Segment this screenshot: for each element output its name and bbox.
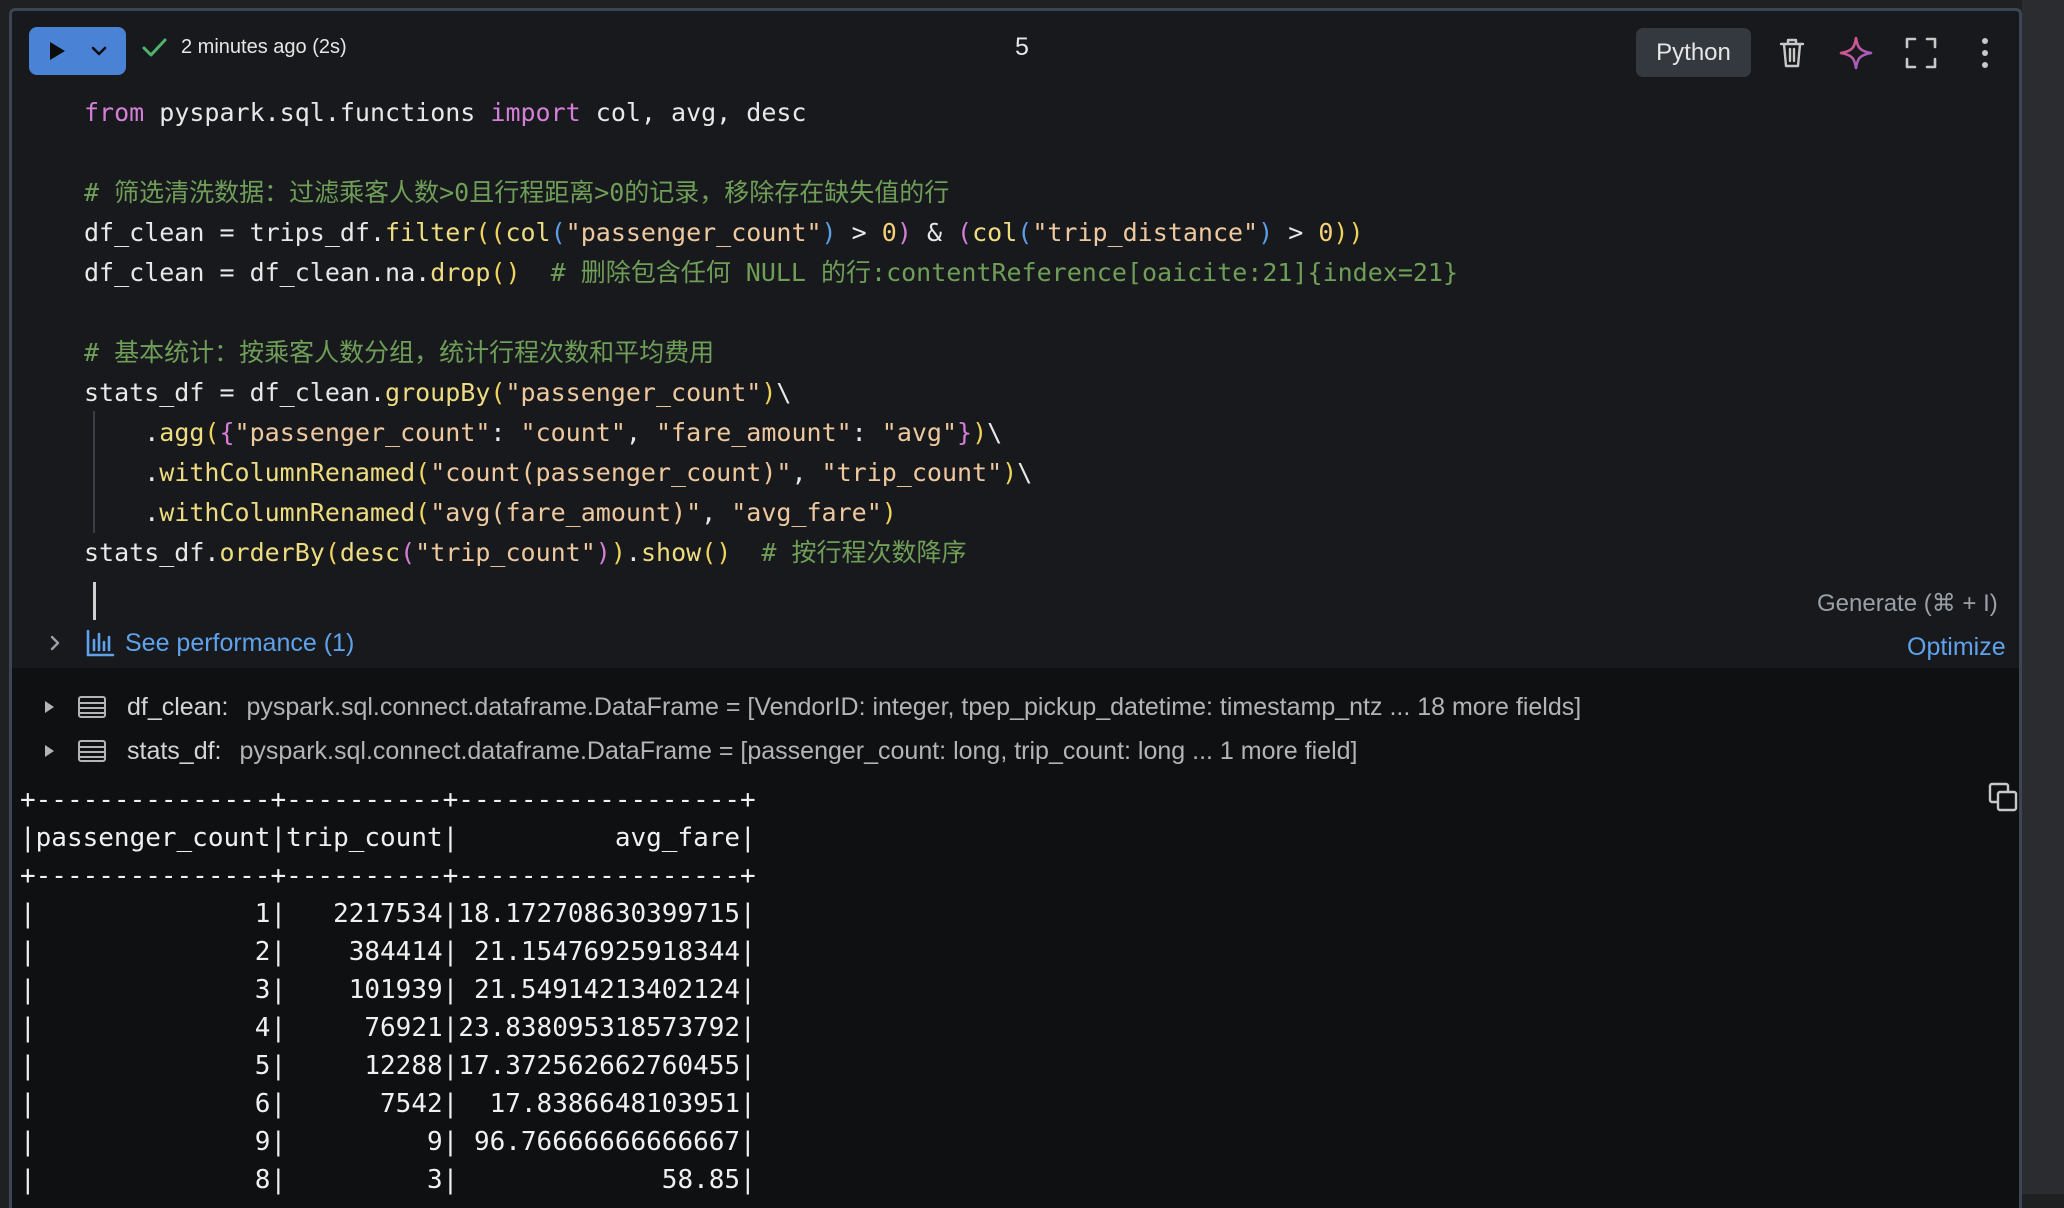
check-icon <box>142 38 167 57</box>
table-row: | 8| 3| 58.85| <box>20 1165 756 1195</box>
table-row: | 5| 12288|17.372562662760455| <box>20 1051 756 1081</box>
copy-icon[interactable] <box>1987 781 2019 813</box>
variable-name: df_clean: <box>127 692 229 721</box>
result-table: +---------------+----------+------------… <box>20 781 756 1199</box>
trash-icon[interactable] <box>1774 35 1810 71</box>
table-icon <box>78 740 106 762</box>
indent-guide <box>93 411 95 533</box>
caret-right-icon[interactable] <box>39 741 59 761</box>
code-line-3: # 筛选清洗数据：过滤乘客人数>0且行程距离>0的记录，移除存在缺失值的行 <box>84 178 950 207</box>
table-border: +---------------+----------+------------… <box>20 861 756 891</box>
table-row: | 3| 101939| 21.54914213402124| <box>20 975 756 1005</box>
table-row: | 4| 76921|23.838095318573792| <box>20 1013 756 1043</box>
variable-type: pyspark.sql.connect.dataframe.DataFrame … <box>239 736 1358 765</box>
cell-number: 5 <box>1015 33 1029 61</box>
notebook-cell[interactable]: 2 minutes ago (2s) 5 Python from pyspark… <box>9 8 2022 1208</box>
code-line-5: df_clean = df_clean.na.drop() # 删除包含任何 N… <box>84 258 1459 287</box>
generate-hint[interactable]: Generate (⌘ + I) <box>1817 589 1998 618</box>
bar-chart-icon <box>86 629 115 657</box>
see-performance-link[interactable]: See performance (1) <box>45 628 354 658</box>
run-status: 2 minutes ago (2s) <box>139 32 347 62</box>
code-line-8: stats_df = df_clean.groupBy("passenger_c… <box>84 378 792 407</box>
table-icon <box>78 696 106 718</box>
code-line-11: .withColumnRenamed("avg(fare_amount)", "… <box>84 498 897 527</box>
table-row: | 1| 2217534|18.172708630399715| <box>20 899 756 929</box>
table-row: | 2| 384414| 21.15476925918344| <box>20 937 756 967</box>
optimize-link[interactable]: Optimize <box>1907 633 2006 662</box>
variable-name: stats_df: <box>127 736 222 765</box>
variable-type: pyspark.sql.connect.dataframe.DataFrame … <box>246 692 1582 721</box>
window-edge <box>2022 0 2064 1194</box>
expand-icon[interactable] <box>1903 35 1939 71</box>
chevron-right-icon[interactable] <box>45 633 65 653</box>
text-cursor <box>93 582 96 620</box>
code-line-1: from pyspark.sql.functions import col, a… <box>84 98 807 127</box>
code-line-4: df_clean = trips_df.filter((col("passeng… <box>84 218 1364 247</box>
code-line-12: stats_df.orderBy(desc("trip_count")).sho… <box>84 538 967 567</box>
code-line-10: .withColumnRenamed("count(passenger_coun… <box>84 458 1033 487</box>
code-line-9: .agg({"passenger_count": "count", "fare_… <box>84 418 1003 447</box>
language-button[interactable]: Python <box>1636 28 1751 77</box>
see-performance-label[interactable]: See performance (1) <box>125 629 354 658</box>
run-status-text: 2 minutes ago (2s) <box>181 35 347 58</box>
more-vertical-icon[interactable] <box>1967 35 2003 71</box>
caret-right-icon[interactable] <box>39 697 59 717</box>
code-line-7: # 基本统计：按乘客人数分组，统计行程次数和平均费用 <box>84 338 715 367</box>
chevron-down-icon[interactable] <box>89 41 109 61</box>
table-border: +---------------+----------+------------… <box>20 785 756 815</box>
sparkle-icon[interactable] <box>1838 35 1874 71</box>
schema-row-stats-df[interactable]: stats_df: pyspark.sql.connect.dataframe.… <box>39 731 1357 771</box>
table-row: | 9| 9| 96.76666666666667| <box>20 1127 756 1157</box>
table-header: |passenger_count|trip_count| avg_fare| <box>20 823 756 853</box>
code-editor[interactable]: from pyspark.sql.functions import col, a… <box>12 11 1458 620</box>
schema-row-df-clean[interactable]: df_clean: pyspark.sql.connect.dataframe.… <box>39 687 1581 727</box>
table-row: | 6| 7542| 17.8386648103951| <box>20 1089 756 1119</box>
